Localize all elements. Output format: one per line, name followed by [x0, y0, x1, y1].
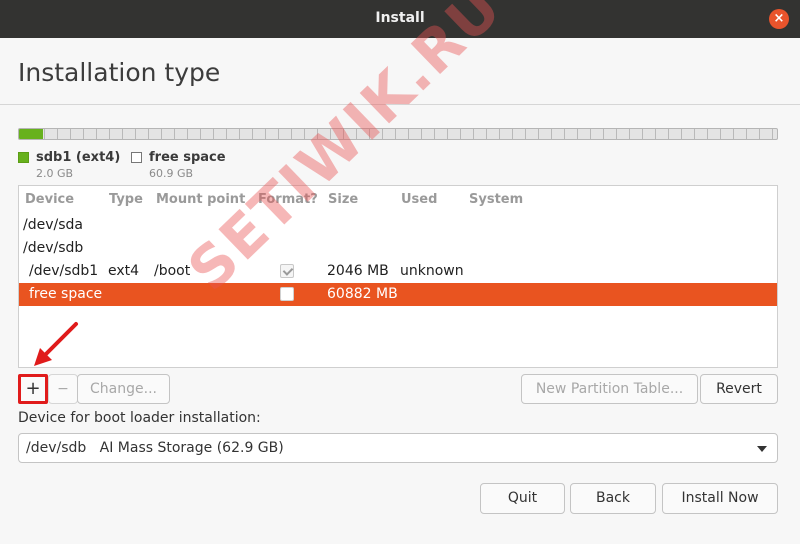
column-header-system[interactable]: System	[469, 192, 523, 207]
cell-mount-point: /boot	[154, 263, 191, 279]
back-button[interactable]: Back	[570, 483, 656, 514]
legend-name: sdb1 (ext4)	[36, 150, 121, 165]
cell-size: 60882 MB	[327, 286, 398, 302]
divider	[0, 104, 800, 105]
legend-size: 60.9 GB	[149, 167, 194, 180]
add-partition-button[interactable]: +	[18, 374, 48, 404]
annotation-arrow-icon	[34, 322, 78, 366]
legend-swatch	[131, 152, 142, 163]
cell-device: /dev/sdb	[23, 240, 84, 256]
new-partition-table-button[interactable]: New Partition Table...	[521, 374, 698, 404]
column-header-device[interactable]: Device	[25, 192, 74, 207]
dropdown-arrow-icon	[757, 446, 767, 452]
cell-device: /dev/sdb1	[29, 263, 99, 279]
remove-partition-button[interactable]: −	[48, 374, 78, 404]
change-partition-button[interactable]: Change...	[77, 374, 170, 404]
cell-device: /dev/sda	[23, 217, 83, 233]
disk-used-segment	[19, 129, 44, 139]
table-row[interactable]: /dev/sda	[19, 214, 777, 237]
page-title: Installation type	[18, 58, 221, 87]
legend-size: 2.0 GB	[36, 167, 74, 180]
install-now-button[interactable]: Install Now	[662, 483, 778, 514]
partition-table: Device Type Mount point Format? Size Use…	[18, 185, 778, 368]
legend-name: free space	[149, 150, 226, 165]
format-checkbox[interactable]	[280, 287, 294, 301]
close-icon[interactable]: ×	[769, 9, 789, 29]
table-row[interactable]: /dev/sdb1 ext4 /boot 2046 MB unknown	[19, 260, 777, 283]
table-row[interactable]: /dev/sdb	[19, 237, 777, 260]
boot-loader-value: /dev/sdb AI Mass Storage (62.9 GB)	[26, 440, 284, 456]
boot-loader-select[interactable]: /dev/sdb AI Mass Storage (62.9 GB)	[18, 433, 778, 463]
cell-used: unknown	[400, 263, 464, 279]
title-bar: Install ×	[0, 0, 800, 38]
cell-device: free space	[29, 286, 103, 302]
column-header-used[interactable]: Used	[401, 192, 437, 207]
disk-usage-bar	[18, 128, 778, 140]
boot-loader-label: Device for boot loader installation:	[18, 410, 261, 426]
table-row-selected[interactable]: free space 60882 MB	[19, 283, 777, 306]
revert-button[interactable]: Revert	[700, 374, 778, 404]
cell-type: ext4	[108, 263, 140, 279]
format-checkbox[interactable]	[280, 264, 294, 278]
column-header-format[interactable]: Format?	[258, 192, 318, 207]
table-header: Device Type Mount point Format? Size Use…	[19, 186, 777, 214]
column-header-type[interactable]: Type	[109, 192, 143, 207]
window-title: Install	[375, 10, 425, 26]
legend-swatch	[18, 152, 29, 163]
column-header-mount-point[interactable]: Mount point	[156, 192, 245, 207]
column-header-size[interactable]: Size	[328, 192, 358, 207]
quit-button[interactable]: Quit	[480, 483, 565, 514]
cell-size: 2046 MB	[327, 263, 389, 279]
